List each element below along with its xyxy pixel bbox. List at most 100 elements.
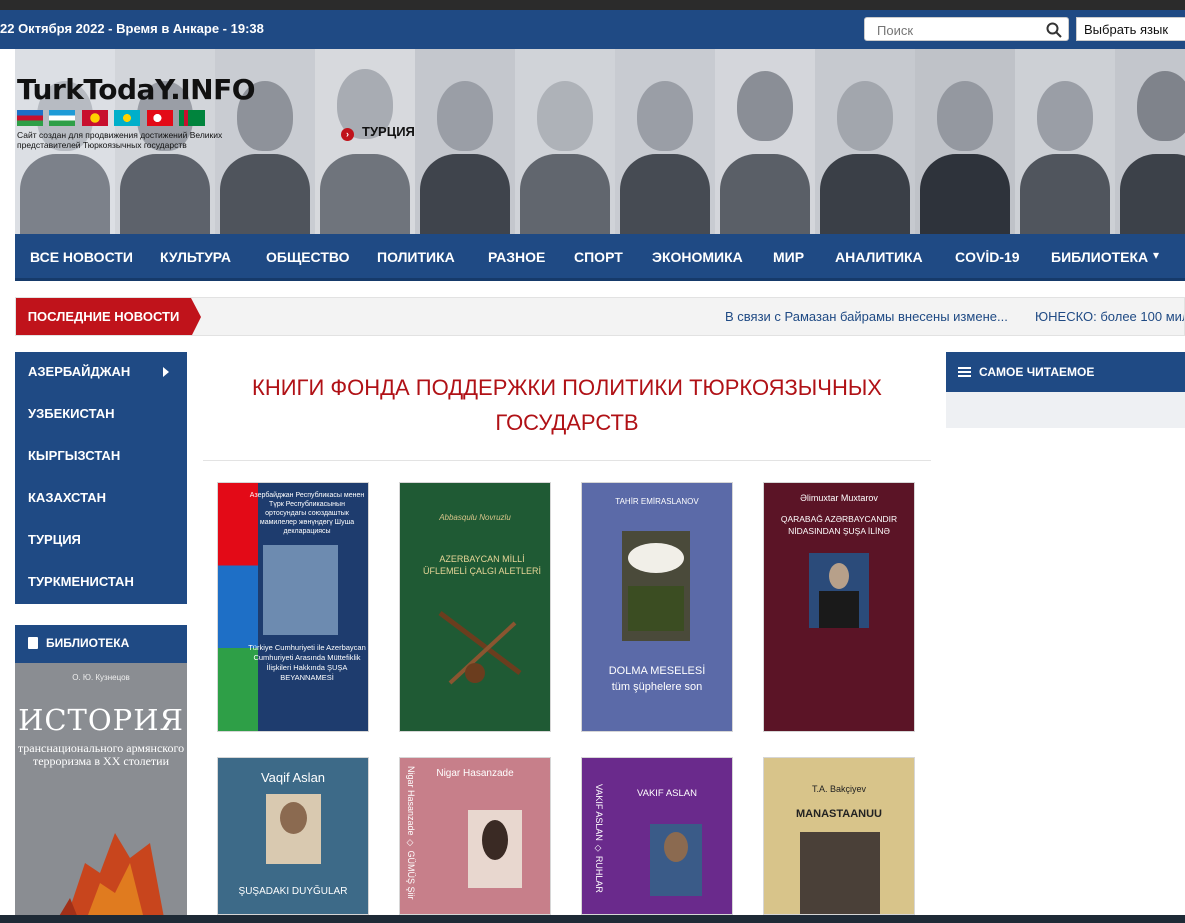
book-title: QARABAĞ AZƏRBAYCANDIR NİDASINDAN ŞUŞA İL… xyxy=(780,514,898,536)
nav-item-analytics[interactable]: АНАЛИТИКА xyxy=(835,249,923,265)
current-country-tag[interactable]: › ТУРЦИЯ xyxy=(341,124,415,141)
flag-turkmenistan-icon xyxy=(179,110,206,126)
book-title: DOLMA MESELESİ tüm şüphelere son xyxy=(608,665,706,693)
book-cover[interactable]: Əlimuxtar Muxtarov QARABAĞ AZƏRBAYCANDIR… xyxy=(763,482,915,732)
library-book-cover[interactable]: О. Ю. Кузнецов ИСТОРИЯ транснациональног… xyxy=(15,663,187,923)
ticker-item[interactable]: ЮНЕСКО: более 100 мил xyxy=(1035,309,1184,324)
dropdown-caret-icon[interactable]: ▾ xyxy=(1153,248,1159,262)
library-heading[interactable]: БИБЛИОТЕКА xyxy=(15,625,187,661)
nav-item-library[interactable]: БИБЛИОТЕКА xyxy=(1051,249,1148,265)
portrait xyxy=(715,49,815,234)
book-title: MANASTAANUU xyxy=(796,808,882,820)
latest-news-ticker: ПОСЛЕДНИЕ НОВОСТИ В связи с Рамазан байр… xyxy=(15,297,1185,336)
cover-title: ИСТОРИЯ xyxy=(18,703,184,737)
top-bar: 22 Октября 2022 - Время в Анкаре - 19:38… xyxy=(0,10,1185,49)
book-cover[interactable]: Nigar Hasanzade Nigar Hasanzade ◇ GÜMÜŞ … xyxy=(399,757,551,915)
book-icon xyxy=(28,637,38,649)
flag-turkey-icon xyxy=(146,110,173,126)
nav-item-culture[interactable]: КУЛЬТУРА xyxy=(160,249,231,265)
portrait xyxy=(815,49,915,234)
country-item-label: КАЗАХСТАН xyxy=(28,490,106,505)
book-cover[interactable]: VAKIF ASLAN ◇ RUHLAR VAKIF ASLAN xyxy=(581,757,733,915)
book-cover[interactable]: Vaqif Aslan ŞUŞADAKI DUYĞULAR xyxy=(217,757,369,915)
country-item-label: АЗЕРБАЙДЖАН xyxy=(28,364,131,379)
page-title: КНИГИ ФОНДА ПОДДЕРЖКИ ПОЛИТИКИ ТЮРКОЯЗЫЧ… xyxy=(252,375,882,435)
book-author: Abbasqulu Novruzlu xyxy=(439,513,511,522)
book-author: VAKIF ASLAN xyxy=(636,788,697,799)
instrument-illustration xyxy=(438,611,522,685)
cover-illustration xyxy=(55,833,165,923)
book-author: Nigar Hasanzade xyxy=(436,768,514,779)
os-taskbar xyxy=(0,915,1185,923)
book-top-text: Азербайджан Республикасы менен Түрк Респ… xyxy=(249,492,365,535)
language-select[interactable]: Выбрать язык xyxy=(1076,17,1185,41)
country-item-label: УЗБЕКИСТАН xyxy=(28,406,115,421)
country-item-turkey[interactable]: ТУРЦИЯ xyxy=(15,520,187,562)
title-divider xyxy=(203,460,931,461)
book-photo xyxy=(650,824,702,896)
book-author: T.A. Bakçiyev xyxy=(811,784,867,794)
book-cover[interactable]: TAHİR EMİRASLANOV DOLMA MESELESİ tüm şüp… xyxy=(581,482,733,732)
portrait xyxy=(515,49,615,234)
cover-author: О. Ю. Кузнецов xyxy=(72,673,130,682)
book-photo xyxy=(266,794,321,864)
country-item-label: ТУРЦИЯ xyxy=(28,532,81,547)
flag-row xyxy=(17,110,227,126)
nav-item-economy[interactable]: ЭКОНОМИКА xyxy=(652,249,743,265)
book-photo xyxy=(809,553,869,628)
flag-azerbaijan-icon xyxy=(17,110,43,126)
book-cover[interactable]: Abbasqulu Novruzlu AZERBAYCAN MİLLİ ÜFLE… xyxy=(399,482,551,732)
book-cover[interactable]: T.A. Bakçiyev MANASTAANUU xyxy=(763,757,915,915)
book-photo xyxy=(468,810,522,888)
list-icon xyxy=(958,367,971,377)
country-item-azerbaijan[interactable]: АЗЕРБАЙДЖАН xyxy=(15,352,187,394)
book-photo xyxy=(263,545,338,635)
book-illustration xyxy=(800,832,880,914)
library-widget: БИБЛИОТЕКА О. Ю. Кузнецов ИСТОРИЯ трансн… xyxy=(15,625,187,923)
ticker-item[interactable]: В связи с Рамазан байрамы внесены измене… xyxy=(725,309,1008,324)
chevron-right-icon xyxy=(163,367,169,377)
book-cover[interactable]: Азербайджан Республикасы менен Түрк Респ… xyxy=(217,482,369,732)
main-navigation: ВСЕ НОВОСТИ КУЛЬТУРА ОБЩЕСТВО ПОЛИТИКА Р… xyxy=(15,234,1185,281)
site-logo[interactable]: TurkTodaY.INFO Сайт создан для продвижен… xyxy=(17,73,256,203)
portrait xyxy=(1115,49,1185,234)
country-item-kyrgyzstan[interactable]: КЫРГЫЗСТАН xyxy=(15,436,187,478)
cover-subtitle: транснационального армянского терроризма… xyxy=(17,741,185,768)
most-read-widget: САМОЕ ЧИТАЕМОЕ xyxy=(946,352,1185,428)
country-item-label: КЫРГЫЗСТАН xyxy=(28,448,121,463)
country-item-label: ТУРКМЕНИСТАН xyxy=(28,574,134,589)
flag-uzbekistan-icon xyxy=(49,110,76,126)
nav-item-world[interactable]: МИР xyxy=(773,249,804,265)
current-country-label: ТУРЦИЯ xyxy=(362,124,415,139)
logo-title: TurkTodaY.INFO xyxy=(17,73,256,106)
flag-kazakhstan-icon xyxy=(114,110,141,126)
country-item-turkmenistan[interactable]: ТУРКМЕНИСТАН xyxy=(15,562,187,604)
book-spine-text: VAKIF ASLAN ◇ RUHLAR xyxy=(594,784,604,893)
search-icon[interactable] xyxy=(1046,22,1062,38)
book-photo xyxy=(622,531,690,641)
country-item-kazakhstan[interactable]: КАЗАХСТАН xyxy=(15,478,187,520)
book-title: ŞUŞADAKI DUYĞULAR xyxy=(238,886,348,897)
country-menu: АЗЕРБАЙДЖАН УЗБЕКИСТАН КЫРГЫЗСТАН КАЗАХС… xyxy=(15,352,187,604)
most-read-heading[interactable]: САМОЕ ЧИТАЕМОЕ xyxy=(946,352,1185,392)
search-box[interactable] xyxy=(864,17,1069,41)
book-spine-text: Nigar Hasanzade ◇ GÜMÜŞ Şiir xyxy=(406,766,416,900)
nav-item-misc[interactable]: РАЗНОЕ xyxy=(488,249,545,265)
country-item-uzbekistan[interactable]: УЗБЕКИСТАН xyxy=(15,394,187,436)
nav-item-all-news[interactable]: ВСЕ НОВОСТИ xyxy=(30,249,133,265)
nav-item-sport[interactable]: СПОРТ xyxy=(574,249,623,265)
ticker-label: ПОСЛЕДНИЕ НОВОСТИ xyxy=(16,298,201,335)
nav-item-society[interactable]: ОБЩЕСТВО xyxy=(266,249,350,265)
search-input[interactable] xyxy=(875,19,1049,41)
book-title: AZERBAYCAN MİLLİ ÜFLEMELİ ÇALGI ALETLERİ xyxy=(422,554,542,576)
portrait xyxy=(915,49,1015,234)
logo-subtitle: Сайт создан для продвижения достижений В… xyxy=(17,130,223,150)
book-author: Əlimuxtar Muxtarov xyxy=(800,493,878,503)
nav-item-politics[interactable]: ПОЛИТИКА xyxy=(377,249,455,265)
portrait xyxy=(415,49,515,234)
portrait xyxy=(615,49,715,234)
portrait xyxy=(1015,49,1115,234)
nav-item-covid[interactable]: COVİD-19 xyxy=(955,249,1020,265)
chevron-right-icon: › xyxy=(341,128,354,141)
book-author: TAHİR EMİRASLANOV xyxy=(615,497,699,506)
